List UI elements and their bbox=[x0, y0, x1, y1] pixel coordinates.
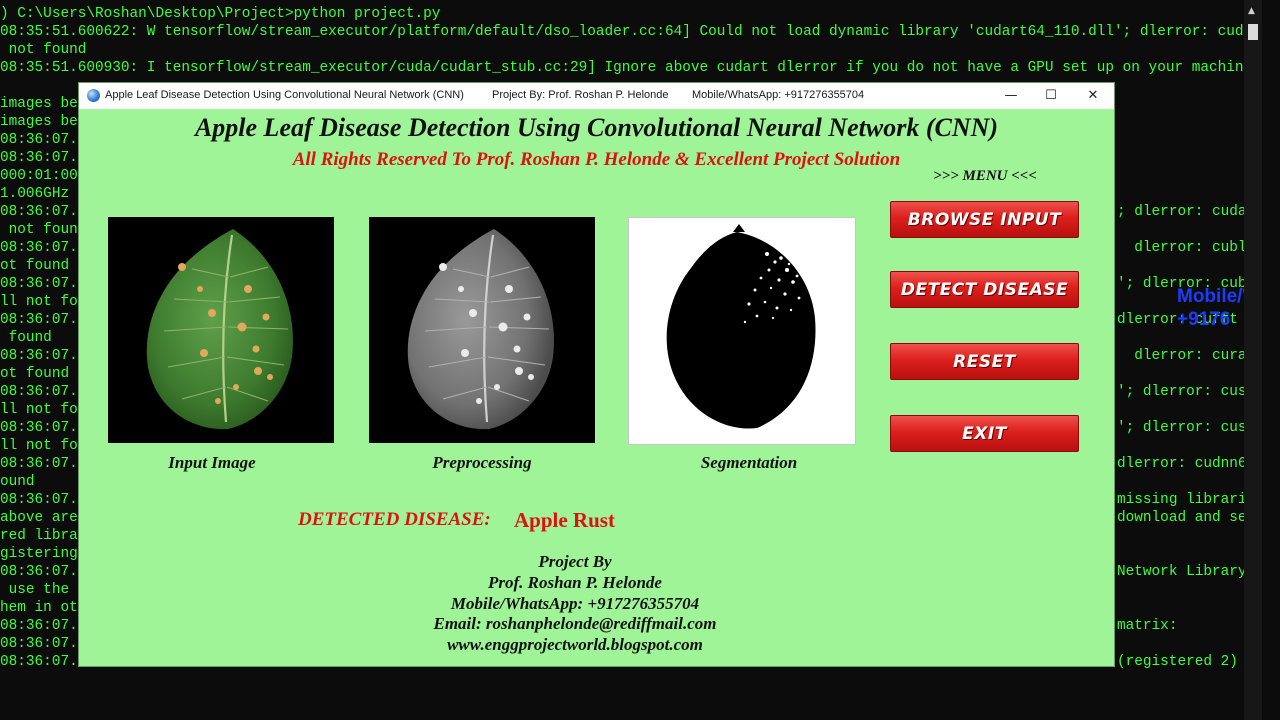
console-line: 08:36:07.5 bbox=[0, 564, 87, 580]
input-image-panel bbox=[108, 217, 334, 443]
console-line: images bel bbox=[0, 96, 87, 112]
console-line: ound bbox=[0, 474, 35, 490]
console-line: above are bbox=[0, 510, 78, 526]
console-line-right: Network Library bbox=[1117, 564, 1247, 580]
credits-mobile: Mobile/WhatsApp: +917276355704 bbox=[450, 593, 700, 613]
console-line: 08:36:07.5 bbox=[0, 618, 87, 634]
console-scrollbar[interactable]: ▲ bbox=[1244, 0, 1262, 720]
console-line: images bel bbox=[0, 114, 87, 130]
leaf-grayscale-icon bbox=[407, 229, 554, 430]
browse-input-button[interactable]: BROWSE INPUT bbox=[890, 201, 1079, 238]
segmentation-caption: Segmentation bbox=[700, 453, 798, 472]
console-line-right: '; dlerror: cusp bbox=[1117, 420, 1256, 436]
console-line: 08:36:07.4 bbox=[0, 420, 87, 436]
watermark-number-text: +9176 bbox=[1177, 309, 1231, 330]
console-line: 08:36:07.4 bbox=[0, 240, 87, 256]
credits-author: Prof. Roshan P. Helonde bbox=[488, 572, 662, 592]
console-line: 08:36:07.4 bbox=[0, 204, 87, 220]
console-line-right: dlerror: cublas bbox=[1117, 240, 1262, 256]
console-line-right: '; dlerror: cuso bbox=[1117, 384, 1256, 400]
console-line: 08:36:07.4 bbox=[0, 150, 87, 166]
input-image-caption: Input Image bbox=[168, 453, 256, 472]
window-titlebar[interactable]: Apple Leaf Disease Detection Using Convo… bbox=[79, 83, 1114, 109]
detected-disease-label: DETECTED DISEASE: bbox=[298, 509, 491, 530]
console-line: 08:36:07.4 bbox=[0, 384, 87, 400]
app-icon bbox=[87, 89, 100, 102]
console-line: ll not fou bbox=[0, 294, 87, 310]
console-line-right: ; dlerror: cudar bbox=[1117, 204, 1256, 220]
console-line: 1.006GHz c bbox=[0, 186, 87, 202]
leaf-binary-mask-icon bbox=[666, 224, 816, 429]
credits-block: Project By Prof. Roshan P. Helonde Mobil… bbox=[375, 552, 775, 656]
console-line-right: dlerror: cudnn64_ bbox=[1117, 456, 1262, 472]
console-line-right: missing libraries bbox=[1117, 492, 1262, 508]
close-button[interactable]: ✕ bbox=[1073, 83, 1113, 109]
console-line-right: (registered 2) bbox=[1117, 654, 1238, 670]
window-title-author: Project By: Prof. Roshan P. Helonde bbox=[492, 89, 669, 101]
console-line: 08:36:07.5 bbox=[0, 492, 87, 508]
preprocessing-image-panel bbox=[369, 217, 595, 443]
console-line: gistering bbox=[0, 546, 78, 562]
page-title: Apple Leaf Disease Detection Using Convo… bbox=[194, 113, 999, 142]
console-line-right: download and setu bbox=[1117, 510, 1262, 526]
console-line: 08:35:51.600622: W tensorflow/stream_exe… bbox=[0, 24, 1261, 40]
maximize-button[interactable]: ☐ bbox=[1031, 83, 1071, 109]
scroll-up-arrow-icon[interactable]: ▲ bbox=[1248, 6, 1255, 16]
preprocessing-caption: Preprocessing bbox=[432, 453, 532, 472]
credits-email: Email: roshanphelonde@rediffmail.com bbox=[433, 614, 717, 634]
console-line: 000:01:00. bbox=[0, 168, 87, 184]
console-line: 08:36:07.5 bbox=[0, 456, 87, 472]
window-title-mobile: Mobile/WhatsApp: +917276355704 bbox=[692, 89, 865, 101]
console-line: hem in oth bbox=[0, 600, 87, 616]
console-line: ot found bbox=[0, 258, 70, 274]
console-line: 08:36:07.1 bbox=[0, 132, 87, 148]
console-line: ll not fou bbox=[0, 402, 87, 418]
console-line: 08:35:51.600930: I tensorflow/stream_exe… bbox=[0, 60, 1261, 76]
console-line: 08:36:07.4 bbox=[0, 312, 87, 328]
scrollbar-thumb[interactable] bbox=[1248, 24, 1258, 40]
menu-title: >>> MENU <<< bbox=[933, 168, 1037, 184]
credits-website[interactable]: www.enggprojectworld.blogspot.com bbox=[375, 635, 775, 656]
console-line: found bbox=[0, 330, 52, 346]
leaf-color-icon bbox=[146, 229, 293, 430]
window-title: Apple Leaf Disease Detection Using Convo… bbox=[105, 89, 464, 101]
segmentation-image-panel bbox=[628, 217, 856, 445]
app-window: Apple Leaf Disease Detection Using Convo… bbox=[79, 83, 1114, 666]
credits-project-by: Project By bbox=[538, 552, 612, 571]
reset-button[interactable]: RESET bbox=[890, 343, 1079, 380]
minimize-button[interactable]: — bbox=[991, 83, 1031, 109]
console-line-right: matrix: bbox=[1117, 618, 1178, 634]
console-line-right: dlerror: curand bbox=[1117, 348, 1262, 364]
console-line: 08:36:07.4 bbox=[0, 276, 87, 292]
detected-disease-value: Apple Rust bbox=[514, 508, 615, 532]
exit-button[interactable]: EXIT bbox=[890, 415, 1079, 452]
console-line: not found bbox=[0, 222, 87, 238]
console-line: 08:36:07.4 bbox=[0, 348, 87, 364]
console-line: not found bbox=[0, 42, 87, 58]
console-line: 08:36:07.9 bbox=[0, 654, 87, 670]
console-line: ot found bbox=[0, 366, 70, 382]
console-line: red librar bbox=[0, 528, 87, 544]
console-line: ) C:\Users\Roshan\Desktop\Project>python… bbox=[0, 6, 441, 22]
console-line: ll not fou bbox=[0, 438, 87, 454]
console-line: 08:36:07.5 bbox=[0, 636, 87, 652]
detect-disease-button[interactable]: DETECT DISEASE bbox=[890, 271, 1079, 308]
console-line: use the f bbox=[0, 582, 87, 598]
